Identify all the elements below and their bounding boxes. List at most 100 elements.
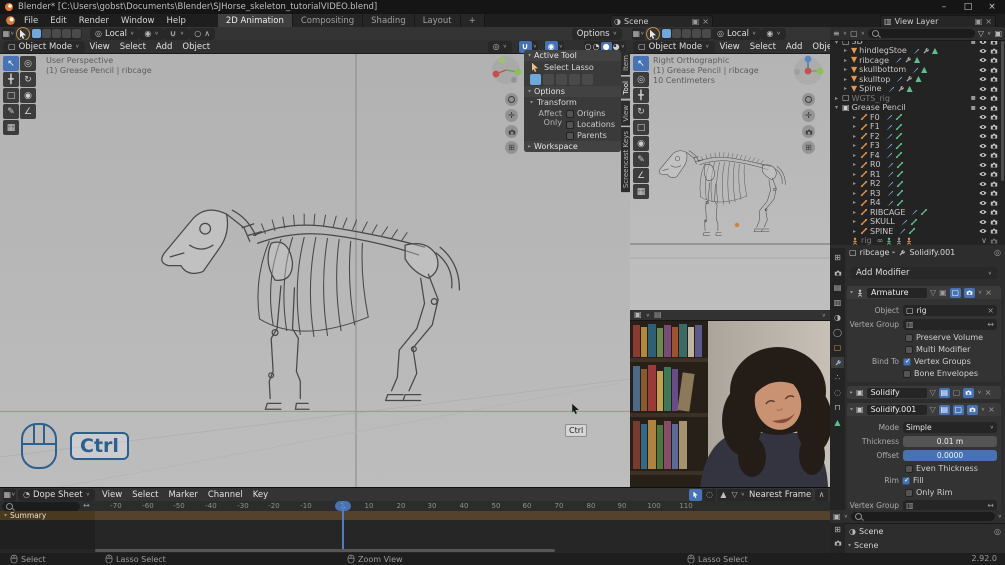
viewport-display-toggle[interactable]: ▢ <box>949 287 961 298</box>
outliner-item-label[interactable]: WGTS_rig <box>852 94 890 103</box>
channel-search[interactable] <box>2 502 80 511</box>
eye-icon[interactable] <box>979 170 987 178</box>
transform-subpanel-header[interactable]: ▾ Transform <box>524 97 621 108</box>
properties-tab[interactable]: ▢ <box>831 342 844 353</box>
outliner-item-label[interactable]: F4 <box>870 151 880 160</box>
add-workspace-button[interactable]: + <box>460 14 485 27</box>
mode-toggle-icons[interactable] <box>31 27 82 40</box>
bind-to-checkbox[interactable]: Vertex Groups <box>903 357 978 366</box>
pivot-point-dropdown[interactable]: ◉ ∨ <box>139 27 164 40</box>
outliner-row[interactable]: ▸ F1 <box>830 122 1005 132</box>
disclosure-triangle[interactable]: ▸ <box>842 66 849 73</box>
active-tool-cursor-icon[interactable] <box>16 27 30 41</box>
edit-mode-toggle-icon[interactable]: ▽ <box>930 388 936 397</box>
unlink-icon[interactable]: × <box>702 17 709 26</box>
dope-sheet-menu[interactable]: Key <box>248 490 273 500</box>
visibility-toggles[interactable] <box>979 218 998 226</box>
properties-tab[interactable]: ∴ <box>831 372 844 383</box>
horse-skeleton-drawing-small[interactable] <box>652 140 792 239</box>
workspace-tab[interactable]: Compositing <box>292 14 364 27</box>
properties-tab[interactable] <box>831 357 844 368</box>
scene-panel-header[interactable]: ▾ Scene <box>848 541 1005 550</box>
outliner-row[interactable]: ▸ ▼ skulltop ▲ <box>830 75 1005 85</box>
outliner-item-label[interactable]: skulltop <box>859 75 890 84</box>
visibility-toggles[interactable]: ∨ <box>981 236 998 245</box>
visibility-toggles[interactable] <box>979 132 998 140</box>
chev-icon[interactable]: ∨ <box>981 236 987 245</box>
edit-display-toggle[interactable]: ▤ <box>938 404 950 415</box>
editor-type-icon[interactable]: ▦ ∨ <box>3 488 16 501</box>
tool-button[interactable]: ◉ <box>20 88 36 103</box>
outliner-item-label[interactable]: R2 <box>870 179 881 188</box>
gizmo-dropdown[interactable]: ◎ ∨ <box>487 40 512 53</box>
visibility-toggles[interactable] <box>979 113 998 121</box>
viewport-menu[interactable]: Select <box>115 42 151 52</box>
cam-icon[interactable] <box>990 218 998 226</box>
outliner-row[interactable]: ▸ F3 <box>830 141 1005 151</box>
dope-sheet-mode-dropdown[interactable]: ◔ Dope Sheet ∨ <box>18 488 96 501</box>
zoom-icon[interactable] <box>505 93 518 106</box>
properties-tab[interactable]: ◑ <box>831 312 844 323</box>
eye-icon[interactable] <box>979 56 987 64</box>
eye-icon[interactable] <box>979 123 987 131</box>
viewport-display-toggle[interactable]: ▢ <box>952 404 964 415</box>
expand-search-icon[interactable]: ↔ <box>83 502 90 510</box>
mode-toggle-icons[interactable] <box>661 27 712 40</box>
tool-button[interactable]: ∠ <box>20 104 36 119</box>
tool-button[interactable]: □ <box>3 88 19 103</box>
summary-channel-row[interactable]: ▾ Summary <box>0 511 830 520</box>
maximize-button[interactable]: □ <box>957 0 979 13</box>
mode-dropdown[interactable]: ▢ Object Mode ∨ <box>3 40 85 53</box>
cam-icon[interactable] <box>990 113 998 121</box>
perspective-toggle-icon[interactable]: ⊞ <box>505 141 518 154</box>
outliner-row[interactable]: ▸ ▢ WGTS_rig ▪ <box>830 94 1005 104</box>
outliner-item-label[interactable]: R0 <box>870 160 881 169</box>
navigation-gizmo[interactable] <box>490 54 522 86</box>
visibility-toggles[interactable]: ▪ <box>971 94 998 102</box>
properties-tab[interactable]: ◯ <box>831 327 844 338</box>
playhead[interactable] <box>342 501 344 549</box>
outliner-row[interactable]: ▸ ▼ hindlegStoe ▲ <box>830 46 1005 56</box>
cam-icon[interactable] <box>990 123 998 131</box>
outliner-item-label[interactable]: RIBCAGE <box>870 208 905 217</box>
camera-view-icon[interactable] <box>802 125 815 138</box>
visibility-toggles[interactable] <box>979 56 998 64</box>
cam-icon[interactable] <box>990 151 998 159</box>
close-icon[interactable]: × <box>985 288 992 297</box>
outliner-item-label[interactable]: SPINE <box>870 227 893 236</box>
properties-tab[interactable]: ▥ <box>831 297 844 308</box>
visibility-toggles[interactable] <box>979 227 998 235</box>
close-icon[interactable]: × <box>985 388 992 397</box>
cam-icon[interactable] <box>990 199 998 207</box>
move-view-icon[interactable]: ✛ <box>802 109 815 122</box>
topbar-menu[interactable]: File <box>18 16 44 26</box>
outliner-row[interactable]: ▸ ▼ Spine ▲ <box>830 84 1005 94</box>
outliner-item-label[interactable]: F0 <box>870 113 880 122</box>
eye-icon[interactable] <box>979 47 987 55</box>
filter-icon[interactable]: ▽ <box>978 29 984 38</box>
viewport-secondary[interactable]: ▦ ∨ ◎ Local ∨ ◉ ∨ ▢ Object Mode ∨ View Select Ad… <box>630 27 831 310</box>
only-selected-toggle[interactable] <box>689 488 702 501</box>
topbar-menu[interactable]: Window <box>115 16 161 26</box>
chk-icon[interactable]: ▪ <box>971 94 976 102</box>
edit-display-toggle[interactable]: ▤ <box>938 387 950 398</box>
visibility-toggles[interactable] <box>979 47 998 55</box>
outliner-row[interactable]: ▸ F4 <box>830 151 1005 161</box>
tool-button[interactable]: ∠ <box>633 168 649 183</box>
outliner-row[interactable]: ▸ SKULL <box>830 217 1005 227</box>
cam-icon[interactable] <box>990 47 998 55</box>
editor-type-icon[interactable]: ▣ <box>634 311 642 319</box>
viewport-menu[interactable]: Object <box>807 42 830 52</box>
outliner-item-label[interactable]: Grease Pencil <box>852 103 906 112</box>
visibility-toggles[interactable] <box>979 199 998 207</box>
viewport-menu[interactable]: Add <box>781 42 807 52</box>
workspace-tab[interactable]: Shading <box>363 14 415 27</box>
transform-orientation-dropdown[interactable]: ◎ Local ∨ <box>712 27 762 40</box>
cam-icon[interactable] <box>990 170 998 178</box>
perspective-toggle-icon[interactable]: ⊞ <box>802 141 815 154</box>
mode-dropdown[interactable]: ▢ Object Mode ∨ <box>633 40 715 53</box>
dope-sheet-menu[interactable]: View <box>97 490 127 500</box>
outliner-item-label[interactable]: ribcage <box>859 56 889 65</box>
cam-icon[interactable] <box>990 66 998 74</box>
copy-icon[interactable]: ▣ <box>975 17 983 26</box>
